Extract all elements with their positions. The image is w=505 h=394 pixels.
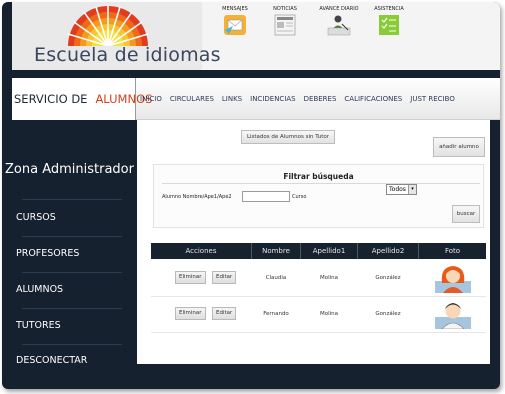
table-row: Eliminar Editar Claudia Molina González: [151, 260, 486, 296]
messages-label: MENSAJES: [222, 6, 248, 12]
filter-title: Filtrar búsqueda: [283, 172, 354, 181]
chevron-down-icon: ▾: [408, 185, 416, 194]
search-button[interactable]: buscar: [452, 205, 480, 223]
sidebar-item-tutores[interactable]: TUTORES: [16, 311, 134, 341]
sidebar-divider: [22, 344, 122, 345]
sidebar-divider: [22, 272, 122, 273]
course-select-value: Todos: [389, 186, 406, 193]
envelope-icon: [224, 15, 246, 35]
messages-menu[interactable]: MENSAJES: [210, 5, 260, 36]
edit-button[interactable]: Editar: [212, 307, 237, 320]
column-header-name: Nombre: [262, 247, 290, 255]
attendance-label: ASISTENCIA: [374, 6, 404, 12]
main-content: Listados de Alumnos sin Tutor añadir alu…: [137, 120, 490, 364]
table-header: Acciones Nombre Apellido1 Apellido2 Foto: [151, 243, 486, 259]
cell-surname2: González: [375, 311, 401, 317]
checklist-icon: [379, 15, 399, 35]
add-student-button[interactable]: añadir alumno: [433, 137, 485, 157]
female-avatar-icon: [435, 266, 471, 293]
zone-title: Zona Administrador: [5, 162, 134, 177]
sidebar-divider: [22, 308, 122, 309]
cell-surname2: González: [375, 275, 401, 281]
school-name: Escuela de idiomas: [34, 44, 221, 66]
news-menu[interactable]: NOTICIAS: [260, 5, 310, 36]
filter-divider: [162, 183, 480, 184]
sun-logo-icon: [67, 6, 149, 46]
service-title: SERVICIO DE ALUMNOS: [12, 78, 152, 120]
header: Escuela de idiomas MENSAJES NOTICIAS AVA…: [12, 2, 500, 70]
course-label: Curso: [292, 194, 307, 200]
sidebar-item-desconectar[interactable]: DESCONECTAR: [16, 346, 134, 376]
cell-surname1: Molina: [319, 275, 339, 281]
nav-link-circulares[interactable]: CIRCULARES: [170, 95, 214, 103]
daily-progress-label: AVANCE DIARIO: [319, 6, 359, 12]
row-divider: [151, 332, 486, 333]
attendance-menu[interactable]: ASISTENCIA: [364, 5, 414, 36]
sidebar-divider: [22, 199, 122, 200]
nav-link-calificaciones[interactable]: CALIFICACIONES: [344, 95, 402, 103]
column-header-actions: Acciones: [185, 247, 217, 255]
delete-button[interactable]: Eliminar: [175, 307, 206, 320]
filter-panel: Filtrar búsqueda Alumno Nombre/Ape1/Ape2…: [153, 164, 484, 228]
male-avatar-icon: [435, 303, 471, 329]
sidebar-divider: [22, 236, 122, 237]
news-label: NOTICIAS: [273, 6, 297, 12]
student-name-label: Alumno Nombre/Ape1/Ape2: [162, 194, 232, 200]
nav-link-links[interactable]: LINKS: [222, 95, 242, 103]
cell-surname1: Molina: [319, 311, 339, 317]
sidebar-item-profesores[interactable]: PROFESORES: [16, 239, 134, 269]
nav-link-just-recibo[interactable]: JUST RECIBO: [410, 95, 455, 103]
student-name-input[interactable]: [242, 191, 290, 202]
cell-name: Claudia: [265, 275, 287, 281]
table-row: Eliminar Editar Fernando Molina González: [151, 296, 486, 332]
column-header-surname2: Apellido2: [371, 247, 405, 255]
nav-links: INICIO CIRCULARES LINKS INCIDENCIAS DEBE…: [140, 78, 463, 120]
daily-progress-menu[interactable]: AVANCE DIARIO: [314, 5, 364, 36]
nav-link-inicio[interactable]: INICIO: [140, 95, 162, 103]
nav-link-deberes[interactable]: DEBERES: [304, 95, 337, 103]
nav-link-incidencias[interactable]: INCIDENCIAS: [250, 95, 296, 103]
cell-name: Fernando: [263, 311, 289, 317]
list-without-tutor-button[interactable]: Listados de Alumnos sin Tutor: [241, 130, 335, 144]
sidebar-item-alumnos[interactable]: ALUMNOS: [16, 275, 134, 305]
edit-button[interactable]: Editar: [212, 271, 237, 284]
writing-person-icon: [327, 15, 351, 36]
top-nav: SERVICIO DE ALUMNOS INICIO CIRCULARES LIN…: [12, 78, 500, 120]
delete-button[interactable]: Eliminar: [175, 271, 206, 284]
course-select[interactable]: Todos ▾: [386, 184, 417, 195]
logo: Escuela de idiomas: [12, 2, 221, 70]
newspaper-icon: [274, 14, 296, 36]
service-title-part1: SERVICIO DE: [14, 92, 88, 106]
column-header-photo: Foto: [444, 247, 461, 255]
app-frame: Escuela de idiomas MENSAJES NOTICIAS AVA…: [2, 2, 500, 389]
sidebar-item-cursos[interactable]: CURSOS: [16, 203, 134, 233]
column-header-surname1: Apellido1: [312, 247, 346, 255]
